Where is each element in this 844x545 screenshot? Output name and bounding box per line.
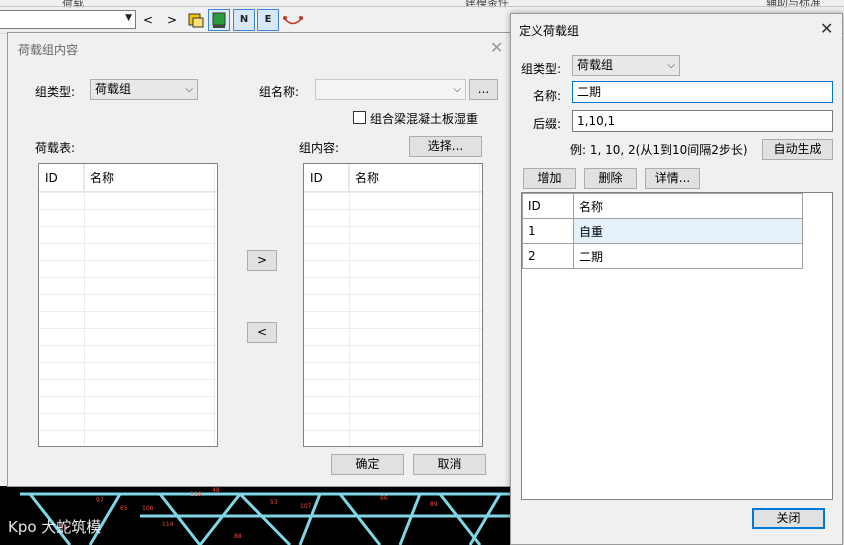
load-table-grid[interactable]: ID 名称: [38, 163, 218, 447]
add-button[interactable]: 增加: [523, 168, 576, 189]
chevron-down-icon: ⌵: [667, 60, 675, 71]
toolbar-cut-label: 辅助与标准: [766, 0, 821, 9]
row-id: 1: [522, 218, 574, 244]
svg-text:114: 114: [162, 521, 174, 528]
checkbox-label: 组合梁混凝土板湿重: [370, 112, 479, 126]
svg-text:107: 107: [300, 503, 312, 510]
nav-prev-button[interactable]: <: [138, 10, 158, 30]
chevron-down-icon: ▼: [125, 13, 132, 23]
group-content-label: 组内容:: [299, 141, 340, 155]
name-label: 名称:: [533, 89, 562, 103]
svg-text:65: 65: [120, 505, 128, 512]
toolbar-cut-label: 荷载: [62, 0, 84, 9]
grid-column-divider: [84, 164, 85, 446]
example-text: 例: 1, 10, 2(从1到10间隔2步长): [570, 143, 748, 157]
define-load-group-dialog: 定义荷载组 ✕ 组类型: 荷载组 ⌵ 名称: 二期 后缀: 1,10,1 例: …: [510, 13, 843, 545]
group-content-grid[interactable]: ID 名称: [303, 163, 483, 447]
close-icon[interactable]: ✕: [490, 38, 503, 57]
col-id-header: ID: [304, 164, 349, 191]
close-button[interactable]: 关闭: [752, 508, 825, 529]
watermark-logo: Kpo 大蛇筑模: [8, 518, 101, 536]
detail-button[interactable]: 详情...: [645, 168, 700, 189]
col-id-header: ID: [522, 193, 574, 219]
close-icon[interactable]: ✕: [820, 19, 833, 38]
element-number-label: E: [264, 14, 272, 25]
name-input[interactable]: 二期: [572, 81, 833, 103]
group-name-label: 组名称:: [259, 85, 300, 99]
auto-generate-button[interactable]: 自动生成: [762, 139, 833, 160]
deformed-shape-icon[interactable]: [282, 9, 304, 31]
group-type-value: 荷载组: [577, 58, 614, 72]
model-viewport[interactable]: 110 48 65 106 53 107 66 89 73 97 114 88 Kpo 大蛇筑模: [0, 486, 510, 545]
group-type-select[interactable]: 荷载组 ⌵: [572, 55, 680, 76]
group-name-select[interactable]: ⌵: [315, 79, 466, 100]
display-icon[interactable]: [186, 10, 206, 30]
delete-button[interactable]: 删除: [584, 168, 637, 189]
toolbar-cut-label: 建模条件: [465, 0, 509, 9]
toolbar-dropdown[interactable]: ▼: [0, 10, 136, 29]
load-group-list[interactable]: ID 名称 1 自重 2 二期: [521, 192, 833, 500]
load-group-table: ID 名称 1 自重 2 二期: [522, 193, 803, 269]
svg-text:106: 106: [142, 505, 154, 512]
group-type-label: 组类型:: [521, 62, 562, 76]
move-left-button[interactable]: <: [247, 322, 277, 343]
svg-text:88: 88: [234, 533, 242, 540]
chevron-down-icon: ⌵: [185, 84, 193, 95]
dialog-title: 荷载组内容: [18, 43, 79, 57]
dialog-title: 定义荷载组: [519, 24, 580, 38]
group-content-dialog: 荷载组内容 ✕ 组类型: 荷载组 ⌵ 组名称: ⌵ ... 组合梁混凝土板湿重 …: [7, 32, 514, 487]
svg-text:48: 48: [212, 487, 220, 494]
suffix-label: 后缀:: [533, 117, 562, 131]
element-number-icon[interactable]: E: [257, 9, 279, 31]
load-table-label: 荷载表:: [35, 141, 76, 155]
node-number-icon[interactable]: N: [233, 9, 255, 31]
wet-weight-checkbox[interactable]: [353, 111, 366, 124]
col-id-header: ID: [39, 164, 84, 191]
table-row[interactable]: 2 二期: [522, 243, 803, 269]
grid-column-divider: [214, 164, 215, 446]
truss-model-graphic: 1104865 10653107 668973 9711488 Kpo 大蛇筑模: [8, 487, 510, 545]
move-right-button[interactable]: >: [247, 250, 277, 271]
grid-column-divider: [349, 164, 350, 446]
col-name-header: 名称: [573, 193, 803, 219]
grid-header: ID 名称: [304, 164, 482, 192]
col-name-header: 名称: [355, 171, 380, 185]
row-name: 二期: [573, 243, 803, 269]
browse-button[interactable]: ...: [469, 79, 498, 100]
node-number-label: N: [239, 14, 249, 25]
svg-text:53: 53: [270, 499, 278, 506]
suffix-input[interactable]: 1,10,1: [572, 110, 833, 132]
svg-text:89: 89: [430, 501, 438, 508]
group-type-value: 荷载组: [95, 82, 132, 96]
ok-button[interactable]: 确定: [331, 454, 404, 475]
row-name: 自重: [573, 218, 803, 244]
nav-next-button[interactable]: >: [162, 10, 182, 30]
grid-rows: [304, 192, 482, 446]
svg-text:66: 66: [380, 495, 388, 502]
group-type-select[interactable]: 荷载组 ⌵: [90, 79, 198, 100]
grid-column-divider: [479, 164, 480, 446]
model-view-icon[interactable]: [208, 9, 230, 31]
col-name-header: 名称: [90, 171, 115, 185]
svg-text:97: 97: [96, 497, 104, 504]
row-id: 2: [522, 243, 574, 269]
select-button[interactable]: 选择...: [409, 136, 482, 157]
chevron-down-icon: ⌵: [453, 84, 461, 95]
grid-header: ID 名称: [39, 164, 217, 192]
cancel-button[interactable]: 取消: [413, 454, 486, 475]
svg-text:110: 110: [190, 491, 202, 498]
table-header-row: ID 名称: [522, 193, 803, 219]
table-row[interactable]: 1 自重: [522, 218, 803, 244]
group-type-label: 组类型:: [35, 85, 76, 99]
grid-rows: [39, 192, 217, 446]
